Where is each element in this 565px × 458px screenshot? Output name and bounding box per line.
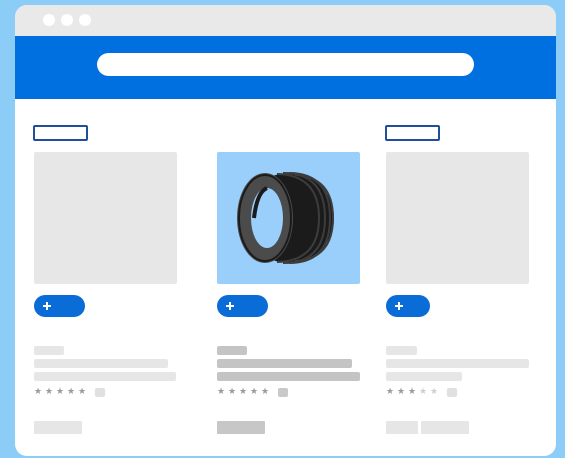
product-image-placeholder[interactable]	[386, 152, 529, 284]
add-to-cart-button[interactable]	[217, 295, 268, 317]
star-icon: ★	[67, 386, 76, 396]
product-description-skeleton	[386, 372, 462, 381]
star-icon: ★	[397, 386, 406, 396]
star-icon: ★	[419, 386, 428, 396]
product-description-skeleton	[217, 359, 352, 368]
star-icon: ★	[56, 386, 65, 396]
product-tag	[33, 125, 88, 141]
browser-window: ★ ★ ★ ★ ★ ★ ★ ★ ★ ★ ★ ★ ★ ★ ★	[15, 5, 556, 456]
product-title-skeleton	[386, 346, 417, 355]
window-control-dot[interactable]	[79, 14, 91, 26]
star-icon: ★	[217, 386, 226, 396]
product-tag	[385, 125, 440, 141]
tire-icon	[237, 172, 335, 264]
price-skeleton	[421, 421, 469, 434]
star-icon: ★	[250, 386, 259, 396]
review-count-skeleton	[95, 388, 105, 397]
plus-icon	[43, 302, 51, 310]
add-to-cart-button[interactable]	[386, 295, 430, 317]
product-description-skeleton	[34, 359, 168, 368]
product-description-skeleton	[34, 372, 176, 381]
product-image[interactable]	[217, 152, 360, 284]
plus-icon	[226, 302, 234, 310]
plus-icon	[395, 302, 403, 310]
star-icon: ★	[239, 386, 248, 396]
product-image-placeholder[interactable]	[34, 152, 177, 284]
review-count-skeleton	[278, 388, 288, 397]
window-titlebar	[15, 5, 556, 36]
review-count-skeleton	[447, 388, 457, 397]
product-title-skeleton	[34, 346, 64, 355]
star-icon: ★	[78, 386, 87, 396]
window-control-dot[interactable]	[43, 14, 55, 26]
add-to-cart-button[interactable]	[34, 295, 85, 317]
star-icon: ★	[228, 386, 237, 396]
star-icon: ★	[386, 386, 395, 396]
price-skeleton	[386, 421, 418, 434]
window-control-dot[interactable]	[61, 14, 73, 26]
star-icon: ★	[261, 386, 270, 396]
price-skeleton	[217, 421, 265, 434]
star-icon: ★	[45, 386, 54, 396]
star-icon: ★	[34, 386, 43, 396]
star-icon: ★	[408, 386, 417, 396]
price-skeleton	[34, 421, 82, 434]
product-description-skeleton	[386, 359, 529, 368]
site-header	[15, 36, 556, 99]
search-input[interactable]	[97, 53, 474, 76]
star-icon: ★	[430, 386, 439, 396]
product-description-skeleton	[217, 372, 360, 381]
product-title-skeleton	[217, 346, 247, 355]
